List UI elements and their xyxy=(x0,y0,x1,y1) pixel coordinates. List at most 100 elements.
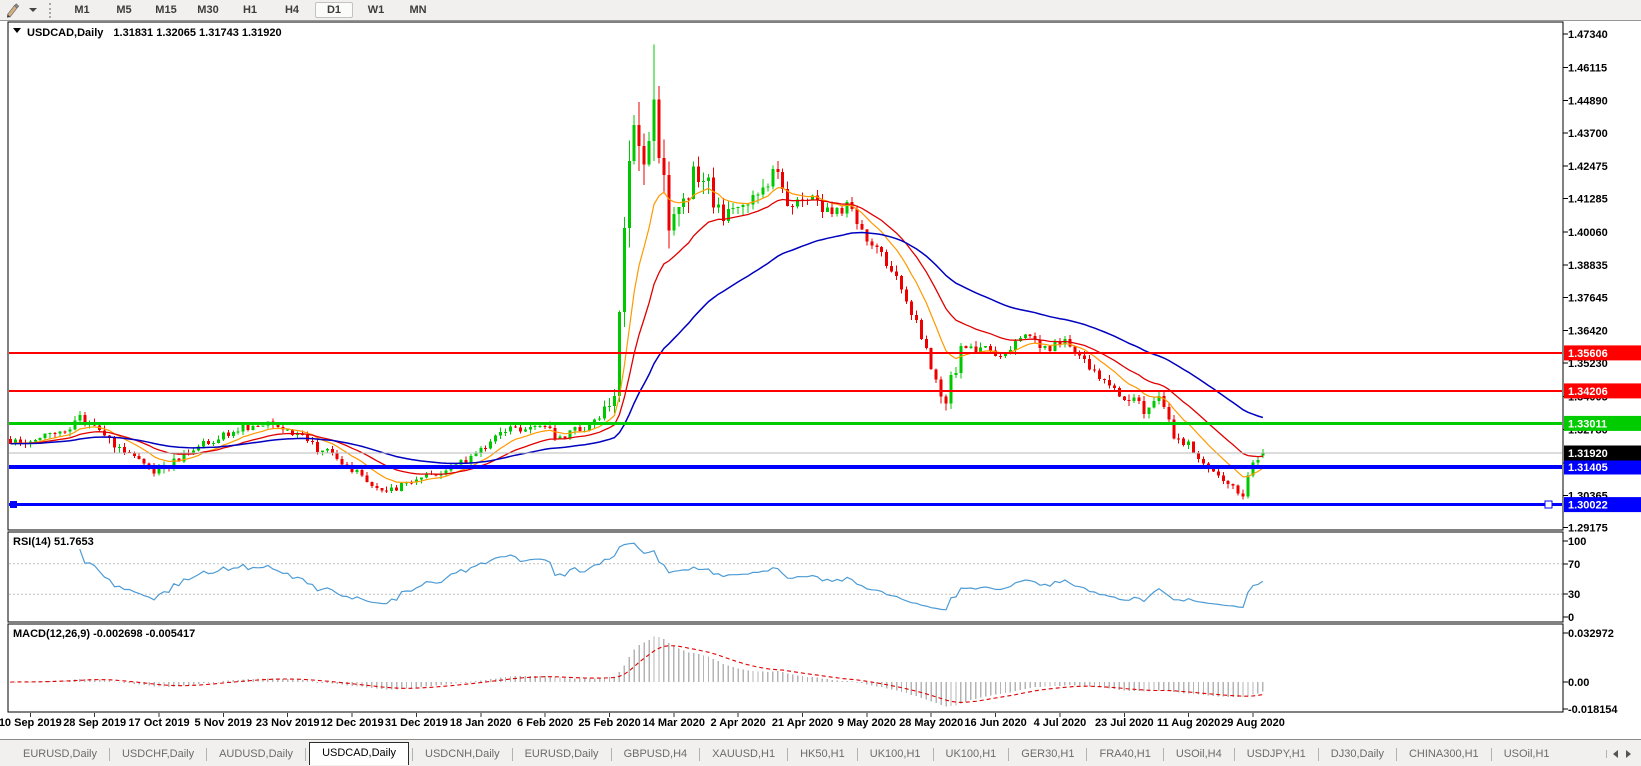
timeframe-button-h4[interactable]: H4 xyxy=(273,2,311,18)
chart-tab-eurusd-daily[interactable]: EURUSD,Daily xyxy=(516,745,608,763)
terminal-window: M1 M5 M15 M30 H1 H4 D1 W1 MN 1.47340 1.46115 1.448… xyxy=(0,0,1641,766)
date-label: 28 Sep 2019 xyxy=(63,717,126,729)
chart-window: 1.47340 1.46115 1.44890 1.43700 1.42475 1.412… xyxy=(0,21,1641,739)
timeframe-button-m5[interactable]: M5 xyxy=(105,2,143,18)
rsi-scale: 100 70 30 0 xyxy=(1563,536,1586,624)
macd-scale: 0.032972 0.00 -0.018154 xyxy=(1563,628,1618,716)
chart-tab-bar: EURUSD,Daily USDCHF,Daily AUDUSD,Daily USDC… xyxy=(0,739,1641,766)
date-label: 10 Sep 2019 xyxy=(0,717,62,729)
date-label: 23 Jul 2020 xyxy=(1095,717,1154,729)
price-badge-1.31920: 1.31920 xyxy=(1564,445,1641,461)
price-tick-label: 1.40060 xyxy=(1568,227,1608,239)
timeframe-toolbar: M1 M5 M15 M30 H1 H4 D1 W1 MN xyxy=(0,0,1641,21)
rsi-scale-label: 70 xyxy=(1568,559,1580,571)
rsi-scale-label: 100 xyxy=(1568,536,1586,548)
tab-separator xyxy=(305,747,307,761)
chart-tab-usdjpy-h1[interactable]: USDJPY,H1 xyxy=(1238,745,1315,763)
tab-separator xyxy=(1086,747,1088,761)
timeframe-button-m30[interactable]: M30 xyxy=(189,2,227,18)
tab-separator xyxy=(856,747,858,761)
svg-text:1.35606: 1.35606 xyxy=(1568,348,1608,360)
chart-title: USDCAD,Daily 1.31831 1.32065 1.31743 1.31… xyxy=(27,27,282,39)
price-tick-label: 1.43700 xyxy=(1568,128,1608,140)
macd-scale-label: 0.00 xyxy=(1568,677,1589,689)
hline-right-handle xyxy=(1544,500,1553,509)
date-axis: 10 Sep 2019 28 Sep 2019 17 Oct 2019 5 Nov 2… xyxy=(0,713,1285,729)
chevron-down-icon[interactable] xyxy=(29,8,37,12)
chart-tab-usoil-h1[interactable]: USOil,H1 xyxy=(1495,745,1559,763)
price-tick-label: 1.47340 xyxy=(1568,29,1608,41)
tab-separator xyxy=(108,747,110,761)
price-tick-label: 1.36420 xyxy=(1568,326,1608,338)
date-label: 23 Nov 2019 xyxy=(256,717,320,729)
chart-cursor-icon[interactable] xyxy=(5,2,22,18)
date-label: 16 Jun 2020 xyxy=(964,717,1026,729)
date-label: 9 May 2020 xyxy=(838,717,896,729)
chart-tab-gbpusd-h4[interactable]: GBPUSD,H4 xyxy=(615,745,697,763)
price-tick-label: 1.37645 xyxy=(1568,293,1608,305)
svg-text:1.34206: 1.34206 xyxy=(1568,386,1608,398)
chart-tab-hk50-h1[interactable]: HK50,H1 xyxy=(791,745,854,763)
timeframe-button-m15[interactable]: M15 xyxy=(147,2,185,18)
tab-separator xyxy=(1317,747,1319,761)
price-tick-label: 1.46115 xyxy=(1568,62,1607,74)
macd-scale-label: 0.032972 xyxy=(1568,628,1614,640)
date-label: 4 Jul 2020 xyxy=(1034,717,1087,729)
chart-tab-uk100-h1[interactable]: UK100,H1 xyxy=(937,745,1006,763)
date-label: 12 Dec 2019 xyxy=(321,717,384,729)
timeframe-button-w1[interactable]: W1 xyxy=(357,2,395,18)
chart-tab-usdcnh-daily[interactable]: USDCNH,Daily xyxy=(416,745,509,763)
tab-separator xyxy=(787,747,789,761)
chart-canvas[interactable]: 1.47340 1.46115 1.44890 1.43700 1.42475 1.412… xyxy=(0,21,1641,734)
price-badge-1.31405: 1.31405 xyxy=(1564,459,1641,475)
chart-tab-china300-h1[interactable]: CHINA300,H1 xyxy=(1400,745,1488,763)
tab-separator xyxy=(699,747,701,761)
date-label: 5 Nov 2019 xyxy=(195,717,252,729)
date-label: 28 May 2020 xyxy=(899,717,963,729)
price-badge-1.33011: 1.33011 xyxy=(1564,415,1641,431)
tab-separator xyxy=(511,747,513,761)
tab-separator xyxy=(206,747,208,761)
price-tick-label: 1.29175 xyxy=(1568,523,1608,535)
svg-text:1.31920: 1.31920 xyxy=(1568,448,1608,460)
hline-left-handle xyxy=(10,501,17,509)
tab-separator xyxy=(610,747,612,761)
chart-tab-ger30-h1[interactable]: GER30,H1 xyxy=(1012,745,1083,763)
timeframe-button-m1[interactable]: M1 xyxy=(63,2,101,18)
date-label: 25 Feb 2020 xyxy=(578,717,640,729)
chart-tab-usoil-h4[interactable]: USOil,H4 xyxy=(1167,745,1231,763)
date-label: 29 Aug 2020 xyxy=(1221,717,1285,729)
timeframe-buttons: M1 M5 M15 M30 H1 H4 D1 W1 MN xyxy=(61,2,439,18)
date-label: 6 Feb 2020 xyxy=(517,717,573,729)
chart-tab-fra40-h1[interactable]: FRA40,H1 xyxy=(1090,745,1159,763)
svg-text:1.31405: 1.31405 xyxy=(1568,462,1608,474)
price-tick-label: 1.44890 xyxy=(1568,96,1608,108)
chart-tabs: EURUSD,Daily USDCHF,Daily AUDUSD,Daily USDC… xyxy=(14,741,1559,765)
rsi-scale-label: 30 xyxy=(1568,589,1580,601)
chart-tab-audusd-daily[interactable]: AUDUSD,Daily xyxy=(210,745,302,763)
tab-separator xyxy=(1008,747,1010,761)
chart-tab-xauusd-h1[interactable]: XAUUSD,H1 xyxy=(703,745,784,763)
chart-tab-dj30-daily[interactable]: DJ30,Daily xyxy=(1322,745,1393,763)
chart-tab-eurusd-daily[interactable]: EURUSD,Daily xyxy=(14,745,106,763)
chart-tab-uk100-h1[interactable]: UK100,H1 xyxy=(861,745,930,763)
date-label: 18 Jan 2020 xyxy=(450,717,512,729)
timeframe-button-d1[interactable]: D1 xyxy=(315,2,353,18)
tab-separator xyxy=(412,747,414,761)
macd-label: MACD(12,26,9) -0.002698 -0.005417 xyxy=(13,628,195,640)
price-tick-label: 1.42475 xyxy=(1568,161,1608,173)
date-label: 11 Aug 2020 xyxy=(1157,717,1220,729)
chart-tab-usdcad-daily[interactable]: USDCAD,Daily xyxy=(309,741,410,765)
rsi-label: RSI(14) 51.7653 xyxy=(13,536,94,548)
svg-text:1.33011: 1.33011 xyxy=(1568,418,1607,430)
tab-scroll-arrows xyxy=(1606,750,1637,758)
scroll-right-icon[interactable] xyxy=(1626,750,1631,758)
panel-borders xyxy=(7,21,1564,713)
timeframe-button-mn[interactable]: MN xyxy=(399,2,437,18)
timeframe-button-h1[interactable]: H1 xyxy=(231,2,269,18)
svg-text:1.30022: 1.30022 xyxy=(1568,500,1608,512)
scroll-left-icon[interactable] xyxy=(1613,750,1618,758)
price-tick-label: 1.41285 xyxy=(1568,194,1608,206)
toolbar-grip-handle[interactable] xyxy=(49,2,51,18)
chart-tab-usdchf-daily[interactable]: USDCHF,Daily xyxy=(113,745,203,763)
